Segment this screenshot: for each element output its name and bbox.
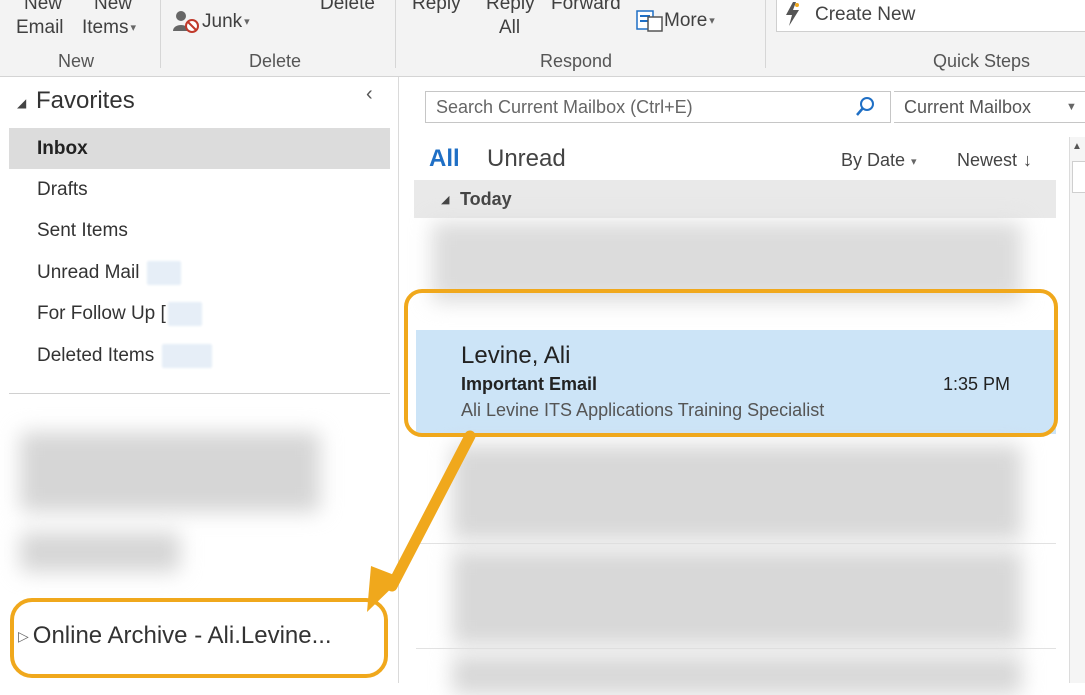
drag-arrow-annotation bbox=[367, 430, 476, 612]
arrow-shaft bbox=[386, 430, 476, 592]
